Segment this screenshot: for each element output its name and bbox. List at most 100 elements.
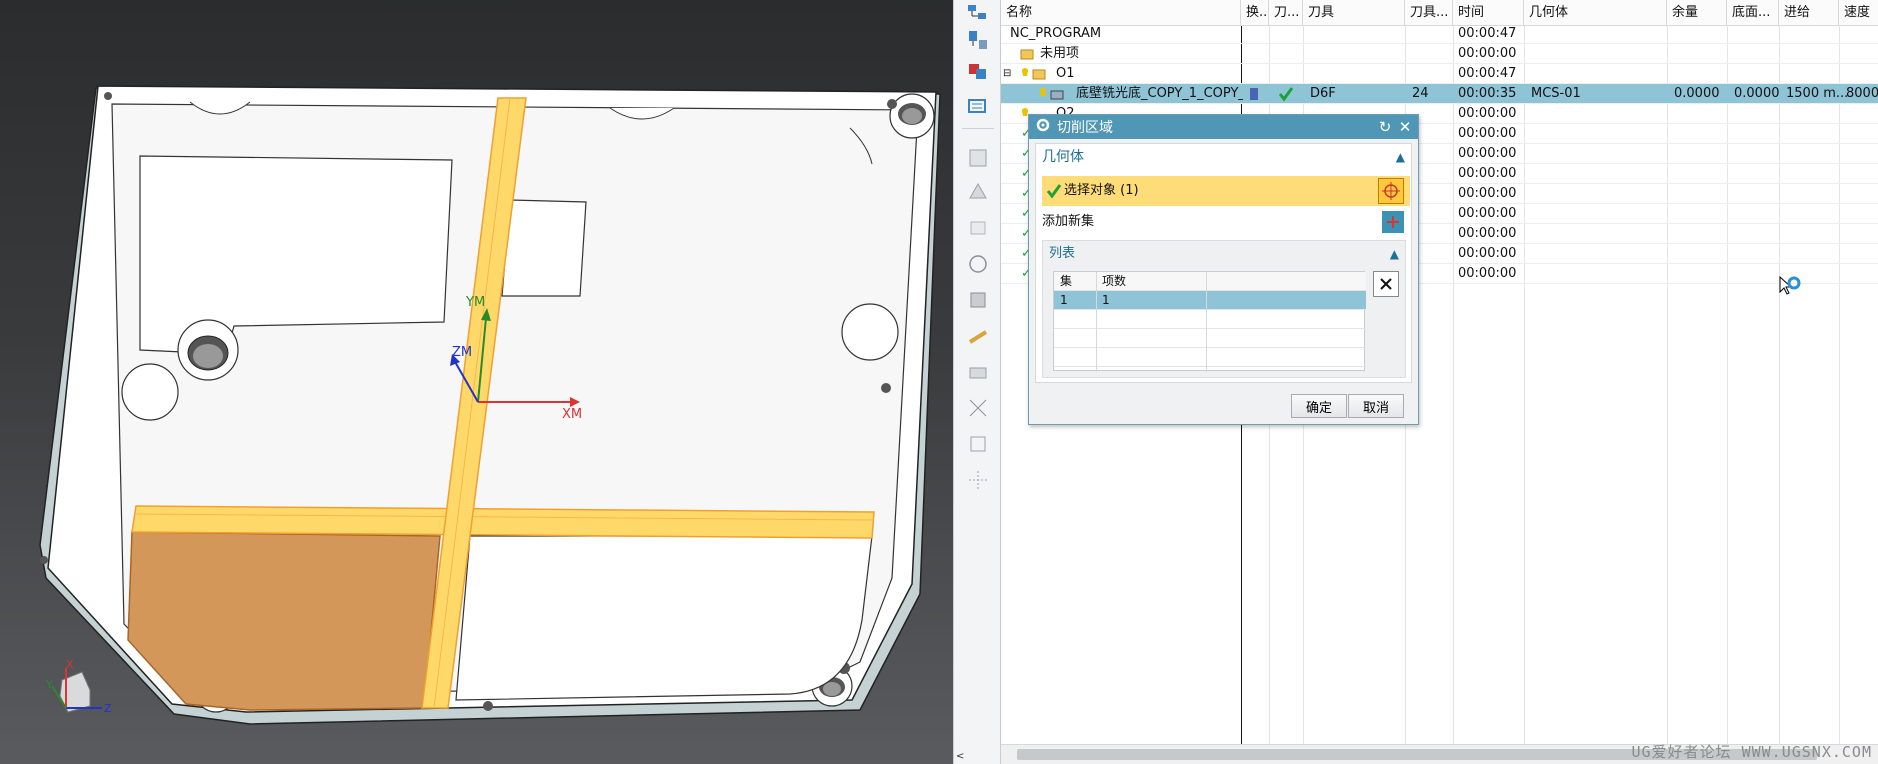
list-cell-set: 1 xyxy=(1060,293,1068,307)
collapse-arrow-icon[interactable]: < xyxy=(956,751,964,762)
row-name: 未用项 xyxy=(1040,46,1080,61)
list-header-set: 集 xyxy=(1060,274,1073,288)
list-row[interactable]: 1 1 xyxy=(1054,291,1366,310)
row-time: 00:00:00 xyxy=(1458,266,1517,281)
list-cell-count: 1 xyxy=(1102,293,1110,307)
list-row-empty xyxy=(1054,348,1366,367)
list-row-empty xyxy=(1054,310,1366,329)
row-time: 00:00:47 xyxy=(1458,26,1517,41)
select-object-label: 选择对象 (1) xyxy=(1064,183,1139,198)
list-group-label: 列表 xyxy=(1049,246,1076,261)
geometry-group-label: 几何体 xyxy=(1042,149,1084,165)
collapse-chevron-icon[interactable]: ▲ xyxy=(1396,144,1405,170)
column-speed[interactable]: 速度 xyxy=(1839,0,1878,26)
gear-icon xyxy=(1035,117,1051,137)
row-time: 00:00:00 xyxy=(1458,106,1517,121)
list-row-empty xyxy=(1054,329,1366,348)
check-icon xyxy=(1046,183,1062,202)
add-new-set-button[interactable] xyxy=(1382,211,1404,233)
resource-bar: < xyxy=(953,0,1001,764)
floor-wall-operation-icon xyxy=(1039,84,1069,104)
view-icon[interactable] xyxy=(964,430,992,458)
dialog-title-bar[interactable]: 切削区域 ↻ ✕ xyxy=(1029,115,1418,139)
measure-icon[interactable] xyxy=(964,322,992,350)
column-name[interactable]: 名称 xyxy=(1001,0,1241,26)
row-time: 00:00:00 xyxy=(1458,146,1517,161)
row-name: 底壁铣光底_COPY_1_COPY_... xyxy=(1076,86,1243,101)
part-model[interactable]: XM YM ZM X Y Z xyxy=(0,0,953,764)
ym-label: YM xyxy=(465,295,485,310)
tree-row-o1[interactable]: ⊟ O1 00:00:47 xyxy=(1001,64,1878,84)
remove-set-button[interactable] xyxy=(1373,271,1399,297)
machine-tool-icon[interactable] xyxy=(964,26,992,54)
row-stock: 0.0000 xyxy=(1674,86,1720,101)
column-time[interactable]: 时间 xyxy=(1453,0,1524,26)
snap-icon[interactable] xyxy=(964,394,992,422)
row-time: 00:00:00 xyxy=(1458,246,1517,261)
list-header-count: 项数 xyxy=(1102,274,1127,288)
row-floor-stock: 0.0000 xyxy=(1734,86,1780,101)
triad-y-label: Y xyxy=(45,678,53,691)
cancel-button[interactable]: 取消 xyxy=(1348,394,1404,418)
column-feed[interactable]: 进给 xyxy=(1779,0,1839,26)
column-tool[interactable]: 刀具 xyxy=(1303,0,1405,26)
row-time: 00:00:00 xyxy=(1458,206,1517,221)
delete-icon xyxy=(1380,278,1392,290)
list-header-row: 集 项数 xyxy=(1054,272,1366,291)
select-object-button[interactable] xyxy=(1378,178,1404,204)
collapse-chevron-icon[interactable]: ▲ xyxy=(1390,241,1399,267)
row-time: 00:00:00 xyxy=(1458,166,1517,181)
list-group: 列表 ▲ 集 项数 1 1 xyxy=(1042,240,1406,378)
method-view-icon[interactable] xyxy=(964,92,992,120)
folder-icon xyxy=(1019,44,1035,64)
part-navigator-icon[interactable] xyxy=(964,144,992,172)
reset-icon[interactable]: ↻ xyxy=(1376,118,1394,136)
tree-row-unused[interactable]: 未用项 00:00:00 xyxy=(1001,44,1878,64)
history-icon[interactable] xyxy=(964,214,992,242)
graphics-viewport[interactable]: XM YM ZM X Y Z xyxy=(0,0,953,764)
roles-icon[interactable] xyxy=(964,358,992,386)
row-time: 00:00:47 xyxy=(1458,66,1517,81)
column-tool-number[interactable]: 刀具... xyxy=(1405,0,1453,26)
ok-button[interactable]: 确定 xyxy=(1291,394,1347,418)
tool-change-icon xyxy=(1247,84,1261,104)
reuse-library-icon[interactable] xyxy=(964,178,992,206)
tree-row-nc-program[interactable]: NC_PROGRAM 00:00:47 xyxy=(1001,24,1878,44)
close-icon[interactable]: ✕ xyxy=(1396,118,1414,136)
datum-icon[interactable] xyxy=(964,466,992,494)
triad-z-label: Z xyxy=(104,702,112,715)
dialog-body: 几何体 ▲ 选择对象 (1) 添加新集 列表 ▲ 集 项数 1 1 xyxy=(1035,143,1412,383)
cut-area-dialog[interactable]: 切削区域 ↻ ✕ 几何体 ▲ 选择对象 (1) 添加新集 列表 ▲ 集 项数 1… xyxy=(1028,114,1419,425)
collapse-icon[interactable]: ⊟ xyxy=(1003,64,1011,84)
select-object-row[interactable]: 选择对象 (1) xyxy=(1042,176,1410,206)
row-tool: D6F xyxy=(1310,86,1336,101)
column-change[interactable]: 换... xyxy=(1241,0,1269,26)
column-path[interactable]: 刀... xyxy=(1269,0,1303,26)
circle-icon[interactable] xyxy=(964,250,992,278)
selected-floor-face[interactable] xyxy=(127,531,441,711)
triad-x-label: X xyxy=(66,658,74,671)
add-new-set-row[interactable]: 添加新集 xyxy=(1042,208,1410,236)
list-group-header[interactable]: 列表 ▲ xyxy=(1043,241,1405,267)
geometry-group-header[interactable]: 几何体 ▲ xyxy=(1036,144,1411,170)
row-time: 00:00:00 xyxy=(1458,226,1517,241)
xm-label: XM xyxy=(562,407,582,422)
geometry-view-icon[interactable] xyxy=(964,58,992,86)
row-tool-number: 24 xyxy=(1412,86,1429,101)
row-time: 00:00:00 xyxy=(1458,126,1517,141)
column-floor-stock[interactable]: 底面... xyxy=(1727,0,1779,26)
path-ok-check-icon xyxy=(1277,84,1295,104)
tree-row-operation-selected[interactable]: 底壁铣光底_COPY_1_COPY_... D6F 24 00:00:35 MC… xyxy=(1001,84,1878,104)
set-list-table[interactable]: 集 项数 1 1 xyxy=(1053,271,1366,372)
nx-cam-window: { "viewport": { "axis_labels": { "ym": "… xyxy=(0,0,1878,764)
row-time: 00:00:00 xyxy=(1458,46,1517,61)
navigator-header: 名称 换... 刀... 刀具 刀具... 时间 几何体 余量 底面... 进给… xyxy=(1001,0,1878,26)
horizontal-slot-face[interactable] xyxy=(131,505,875,539)
column-stock[interactable]: 余量 xyxy=(1667,0,1727,26)
zm-label: ZM xyxy=(452,345,472,360)
row-feed: 1500 m... xyxy=(1786,86,1849,101)
column-geometry[interactable]: 几何体 xyxy=(1524,0,1667,26)
operation-navigator-icon[interactable] xyxy=(964,0,992,28)
add-new-set-label: 添加新集 xyxy=(1042,214,1095,229)
layer-icon[interactable] xyxy=(964,286,992,314)
